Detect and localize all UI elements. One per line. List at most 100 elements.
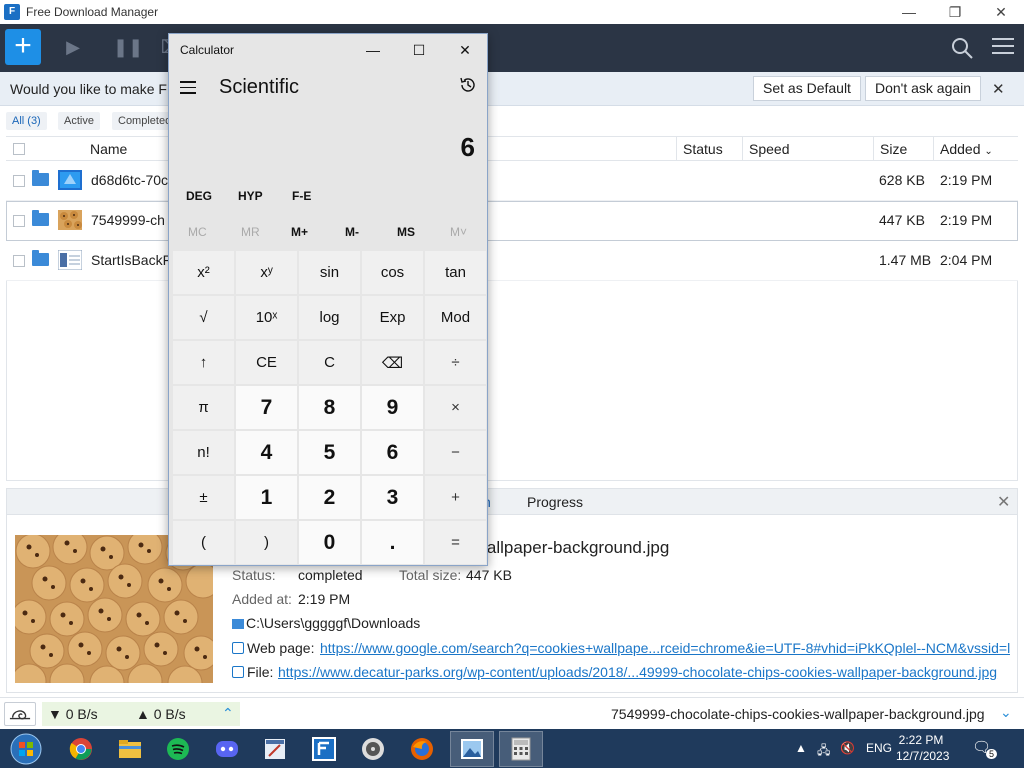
digit-6-button[interactable]: 6 <box>362 431 423 474</box>
filter-active[interactable]: Active <box>58 112 100 130</box>
digit-1-button[interactable]: 1 <box>236 476 297 519</box>
clear-button[interactable]: C <box>299 341 360 384</box>
start-button-icon[interactable] <box>6 732 46 766</box>
calculator-icon[interactable] <box>499 731 543 767</box>
memory-list-button[interactable]: M˅ <box>450 225 467 239</box>
log-button[interactable]: log <box>299 296 360 339</box>
spotify-icon[interactable] <box>156 731 200 767</box>
table-row[interactable]: d68d6tc-70c 628 KB 2:19 PM <box>6 161 1018 201</box>
calc-maximize-button[interactable]: ☐ <box>396 34 442 66</box>
digit-7-button[interactable]: 7 <box>236 386 297 429</box>
fe-button[interactable]: F-E <box>292 189 311 203</box>
column-speed[interactable]: Speed <box>742 137 789 161</box>
photos-icon[interactable] <box>450 731 494 767</box>
resume-icon[interactable]: ▶ <box>62 37 84 59</box>
discord-icon[interactable] <box>205 731 249 767</box>
sqrt-button[interactable]: √ <box>173 296 234 339</box>
digit-9-button[interactable]: 9 <box>362 386 423 429</box>
close-button[interactable]: ✕ <box>978 0 1024 24</box>
clear-entry-button[interactable]: CE <box>236 341 297 384</box>
tab-progress[interactable]: Progress <box>527 494 583 510</box>
digit-3-button[interactable]: 3 <box>362 476 423 519</box>
file-explorer-icon[interactable] <box>108 731 152 767</box>
hamburger-menu-icon[interactable] <box>180 81 196 94</box>
digit-5-button[interactable]: 5 <box>299 431 360 474</box>
row-checkbox[interactable] <box>13 175 25 187</box>
paint-icon[interactable] <box>253 731 297 767</box>
network-icon[interactable]: 🖧 <box>817 741 830 762</box>
factorial-button[interactable]: n! <box>173 431 234 474</box>
minimize-button[interactable]: — <box>886 0 932 24</box>
backspace-button[interactable]: ⌫ <box>362 341 423 384</box>
calc-minimize-button[interactable]: — <box>350 34 396 66</box>
divide-button[interactable]: ÷ <box>425 341 486 384</box>
history-icon[interactable] <box>459 76 477 94</box>
file-link[interactable]: https://www.decatur-parks.org/wp-content… <box>278 664 1010 680</box>
digit-2-button[interactable]: 2 <box>299 476 360 519</box>
equals-button[interactable]: = <box>425 521 486 564</box>
table-row[interactable]: StartIsBackF 1.47 MB 2:04 PM <box>6 241 1018 281</box>
speed-indicator[interactable]: ▼ 0 B/s ▲ 0 B/s ⌃ <box>42 702 240 726</box>
subtract-button[interactable]: − <box>425 431 486 474</box>
ms-button[interactable]: MS <box>397 225 415 239</box>
mod-button[interactable]: Mod <box>425 296 486 339</box>
restore-button[interactable]: ❐ <box>932 0 978 24</box>
digit-4-button[interactable]: 4 <box>236 431 297 474</box>
column-name[interactable]: Name <box>84 137 127 161</box>
digit-8-button[interactable]: 8 <box>299 386 360 429</box>
fdm-icon[interactable] <box>302 731 346 767</box>
m-plus-button[interactable]: M+ <box>291 225 308 239</box>
volume-muted-icon[interactable]: 🔇 <box>840 741 855 755</box>
filter-all[interactable]: All (3) <box>6 112 47 130</box>
row-checkbox[interactable] <box>13 255 25 267</box>
calc-close-button[interactable]: ✕ <box>442 34 488 66</box>
row-checkbox[interactable] <box>13 215 25 227</box>
hyp-button[interactable]: HYP <box>238 189 263 203</box>
search-icon[interactable] <box>950 36 974 60</box>
exp-button[interactable]: Exp <box>362 296 423 339</box>
ten-power-button[interactable]: 10ˣ <box>236 296 297 339</box>
chrome-icon[interactable] <box>59 731 103 767</box>
add-download-button[interactable]: + <box>5 29 41 65</box>
decimal-button[interactable]: . <box>362 521 423 564</box>
cos-button[interactable]: cos <box>362 251 423 294</box>
set-as-default-button[interactable]: Set as Default <box>753 76 861 101</box>
pi-button[interactable]: π <box>173 386 234 429</box>
multiply-button[interactable]: × <box>425 386 486 429</box>
fdm-title-bar[interactable]: F Free Download Manager — ❐ ✕ <box>0 0 1024 24</box>
show-hidden-icons-icon[interactable]: ▲ <box>795 741 807 755</box>
column-status[interactable]: Status <box>676 137 723 161</box>
folder-icon[interactable] <box>32 210 49 226</box>
deg-button[interactable]: DEG <box>186 189 212 203</box>
table-row[interactable]: 7549999-ch 447 KB 2:19 PM <box>6 201 1018 241</box>
select-all-checkbox[interactable] <box>13 143 25 155</box>
firefox-icon[interactable] <box>400 731 444 767</box>
power-button[interactable]: xʸ <box>236 251 297 294</box>
last-download-name[interactable]: 7549999-chocolate-chips-cookies-wallpape… <box>611 706 985 722</box>
calculator-window[interactable]: Calculator — ☐ ✕ Scientific 6 DEG HYP F-… <box>168 33 488 566</box>
language-indicator[interactable]: ENG <box>866 741 892 755</box>
negate-button[interactable]: ± <box>173 476 234 519</box>
folder-icon[interactable] <box>32 170 49 186</box>
close-details-icon[interactable]: ✕ <box>997 492 1010 512</box>
speed-mode-icon[interactable] <box>4 702 36 726</box>
mc-button[interactable]: MC <box>188 225 207 239</box>
digit-0-button[interactable]: 0 <box>299 521 360 564</box>
media-player-icon[interactable] <box>351 731 395 767</box>
chevron-up-icon[interactable]: ⌃ <box>222 705 234 722</box>
folder-icon[interactable] <box>32 250 49 266</box>
shift-button[interactable]: ↑ <box>173 341 234 384</box>
add-button[interactable]: + <box>425 476 486 519</box>
mr-button[interactable]: MR <box>241 225 260 239</box>
tan-button[interactable]: tan <box>425 251 486 294</box>
download-folder[interactable]: C:\Users\gggggf\Downloads <box>232 615 420 631</box>
close-icon[interactable]: ✕ <box>992 80 1005 98</box>
sin-button[interactable]: sin <box>299 251 360 294</box>
chevron-down-icon[interactable]: ⌄ <box>1000 704 1012 721</box>
close-paren-button[interactable]: ) <box>236 521 297 564</box>
webpage-link[interactable]: https://www.google.com/search?q=cookies+… <box>320 640 1010 656</box>
dont-ask-again-button[interactable]: Don't ask again <box>865 76 982 101</box>
column-size[interactable]: Size <box>873 137 907 161</box>
clock[interactable]: 2:22 PM 12/7/2023 <box>896 732 949 764</box>
column-added[interactable]: Added ⌄ <box>933 137 993 161</box>
